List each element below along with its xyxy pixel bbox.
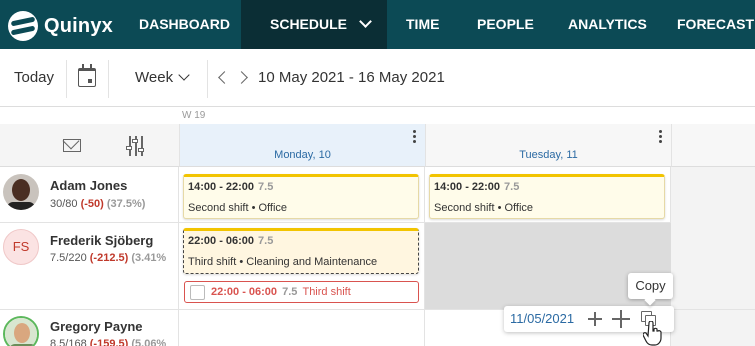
- shift-time-range: 22:00 - 06:00: [211, 286, 278, 298]
- nav-schedule-label: SCHEDULE: [270, 16, 348, 32]
- employee-hours: 7.5/220 (-212.5) (3.41%: [50, 252, 166, 264]
- nav-analytics[interactable]: ANALYTICS: [568, 0, 647, 49]
- shift-card[interactable]: 14:00 - 22:00 7.5 Second shift • Office: [429, 174, 665, 219]
- chevron-right-icon[interactable]: [235, 71, 248, 84]
- filter-sliders-icon[interactable]: [126, 136, 146, 156]
- hours-value: 7.5/220: [50, 252, 87, 264]
- divider: [66, 60, 67, 98]
- shift-time-range: 22:00 - 06:00: [188, 235, 255, 247]
- shift-summary: 22:00 - 06:00 7.5 Third shift: [211, 286, 351, 298]
- nav-schedule[interactable]: SCHEDULE: [241, 0, 387, 49]
- day-header-tuesday[interactable]: Tuesday, 11: [425, 124, 671, 167]
- employee-cell[interactable]: FS Frederik Sjöberg 7.5/220 (-212.5) (3.…: [0, 223, 179, 309]
- schedule-toolbar: Today Week 10 May 2021 - 16 May 2021: [0, 49, 755, 107]
- day-cell[interactable]: [671, 310, 755, 346]
- shift-time-range: 14:00 - 22:00: [434, 181, 501, 193]
- day-cell[interactable]: [671, 167, 755, 223]
- day-cell[interactable]: [179, 310, 425, 346]
- divider: [108, 60, 109, 98]
- avatar: FS: [3, 229, 39, 265]
- day-header-next[interactable]: [671, 124, 755, 167]
- nav-time[interactable]: TIME: [406, 0, 439, 49]
- divider: [207, 60, 208, 98]
- more-vertical-icon[interactable]: [413, 130, 416, 144]
- employee-hours: 8.5/168 (-159.5) (5.06%: [50, 338, 166, 346]
- nav-dashboard[interactable]: DASHBOARD: [139, 0, 230, 49]
- hours-diff: (-50): [80, 198, 104, 210]
- top-nav: Quinyx DASHBOARD SCHEDULE TIME PEOPLE AN…: [0, 0, 755, 49]
- day-header-monday[interactable]: Monday, 10: [179, 124, 425, 167]
- brand-name: Quinyx: [44, 14, 113, 37]
- copy-tooltip: Copy: [628, 273, 673, 299]
- employee-header: [0, 124, 179, 167]
- chevron-down-icon: [178, 69, 190, 81]
- shift-time: 22:00 - 06:00 7.5: [188, 235, 273, 247]
- shift-description: Second shift • Office: [434, 202, 534, 214]
- shift-checkbox[interactable]: [190, 285, 205, 300]
- hours-value: 30/80: [50, 198, 78, 210]
- shift-card[interactable]: 14:00 - 22:00 7.5 Second shift • Office: [183, 174, 419, 219]
- employee-hours: 30/80 (-50) (37.5%): [50, 198, 145, 210]
- employee-cell[interactable]: Gregory Payne 8.5/168 (-159.5) (5.06%: [0, 310, 179, 346]
- hours-percent: (37.5%): [106, 198, 146, 210]
- day-label: Monday, 10: [274, 149, 331, 161]
- employee-name: Adam Jones: [50, 178, 128, 193]
- hours-diff: (-212.5): [89, 252, 129, 264]
- move-icon[interactable]: [612, 310, 630, 328]
- avatar: [3, 174, 39, 210]
- shift-description: Third shift • Cleaning and Maintenance: [188, 256, 378, 268]
- shift-description: Second shift • Office: [188, 202, 288, 214]
- employee-cell[interactable]: Adam Jones 30/80 (-50) (37.5%): [0, 167, 179, 222]
- today-button[interactable]: Today: [14, 69, 54, 86]
- calendar-icon[interactable]: [78, 64, 96, 87]
- view-select[interactable]: Week: [135, 69, 190, 86]
- day-cell[interactable]: [671, 223, 755, 309]
- shift-duration: 7.5: [258, 181, 274, 193]
- shift-time: 14:00 - 22:00 7.5: [188, 181, 273, 193]
- nav-people[interactable]: PEOPLE: [477, 0, 534, 49]
- shift-duration: 7.5: [504, 181, 520, 193]
- mail-icon[interactable]: [63, 139, 81, 152]
- hours-value: 8.5/168: [50, 338, 87, 346]
- shift-duration: 7.5: [258, 235, 274, 247]
- nav-forecast[interactable]: FORECAST: [677, 0, 754, 49]
- hours-diff: (-159.5): [89, 338, 129, 346]
- avatar-initials: FS: [12, 239, 30, 254]
- hand-cursor-icon: [643, 321, 662, 346]
- view-select-label: Week: [135, 69, 174, 86]
- hours-percent: (3.41%: [131, 252, 167, 264]
- chevron-down-icon: [359, 15, 372, 28]
- day-label: Tuesday, 11: [519, 149, 578, 161]
- shift-duration: 7.5: [282, 286, 298, 298]
- avatar: [3, 316, 39, 346]
- shift-card-conflict[interactable]: 22:00 - 06:00 7.5 Third shift: [184, 281, 419, 303]
- shift-time-range: 14:00 - 22:00: [188, 181, 255, 193]
- week-number: W 19: [182, 110, 206, 121]
- hours-percent: (5.06%: [131, 338, 167, 346]
- more-vertical-icon[interactable]: [659, 130, 662, 144]
- shift-time: 14:00 - 22:00 7.5: [434, 181, 519, 193]
- employee-name: Frederik Sjöberg: [50, 233, 154, 248]
- employee-name: Gregory Payne: [50, 319, 143, 334]
- shift-name: Third shift: [302, 286, 351, 298]
- logo[interactable]: Quinyx: [8, 11, 113, 41]
- plus-icon[interactable]: [588, 312, 602, 326]
- quinyx-logo-icon: [8, 11, 38, 41]
- date-range: 10 May 2021 - 16 May 2021: [258, 69, 445, 86]
- cell-date: 11/05/2021: [510, 311, 575, 326]
- shift-card-selected[interactable]: 22:00 - 06:00 7.5 Third shift • Cleaning …: [183, 228, 419, 274]
- chevron-left-icon[interactable]: [218, 71, 231, 84]
